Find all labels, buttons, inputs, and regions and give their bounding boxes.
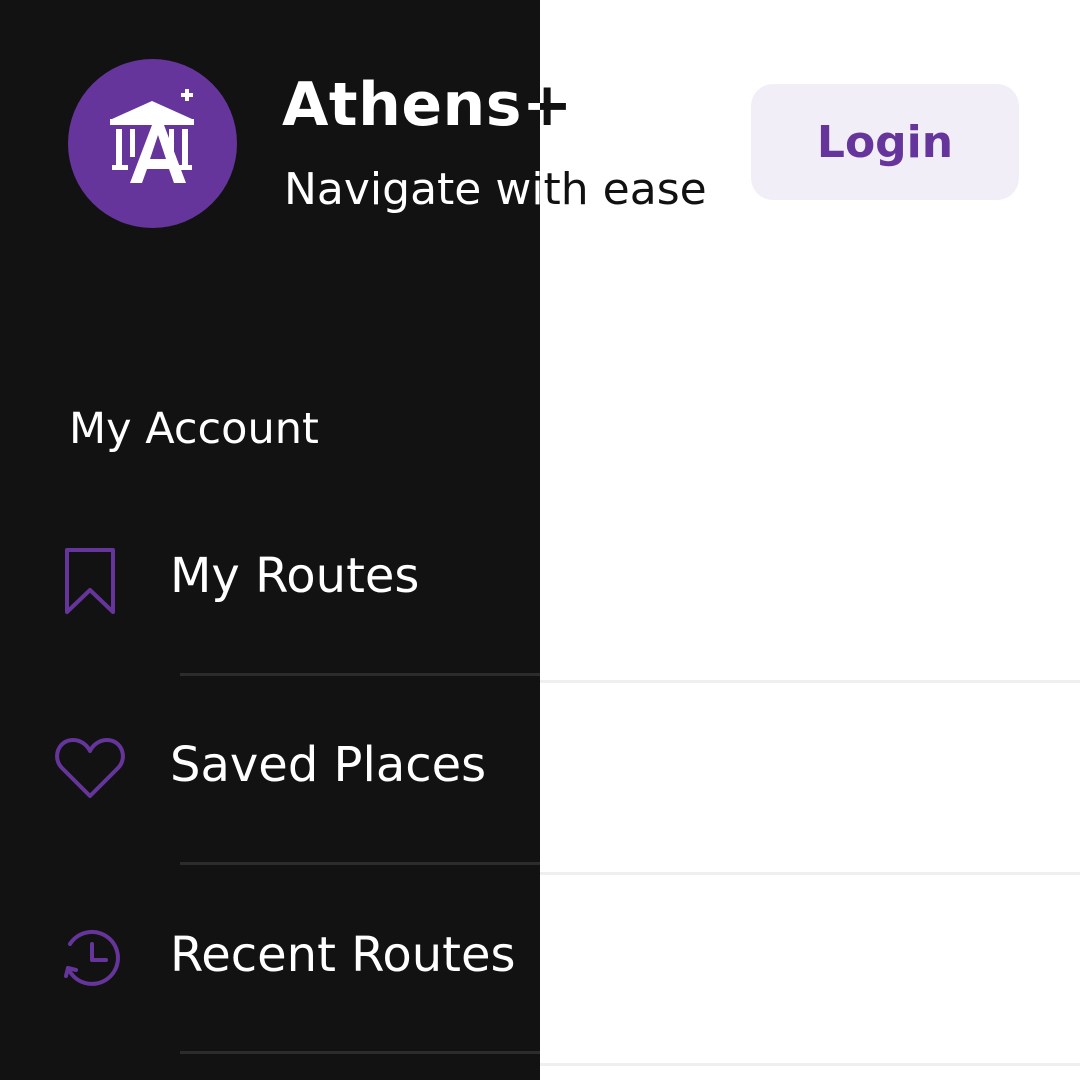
sidebar-item-label: Saved Places (170, 737, 487, 793)
divider (180, 862, 540, 865)
heart-icon (55, 738, 125, 798)
sidebar-item-my-routes[interactable]: My Routes (0, 505, 540, 655)
divider (540, 680, 1080, 683)
section-label-my-account: My Account (69, 404, 319, 454)
divider (180, 673, 540, 676)
history-clock-icon (64, 929, 120, 986)
temple-columns-icon (110, 89, 194, 183)
sidebar-item-saved-places[interactable]: Saved Places (0, 694, 540, 844)
divider (180, 1051, 540, 1054)
app-logo (68, 59, 237, 228)
sidebar-item-label: Recent Routes (170, 927, 516, 983)
login-button[interactable]: Login (751, 84, 1019, 200)
sidebar-item-recent-routes[interactable]: Recent Routes (0, 884, 540, 1034)
bookmark-icon (65, 548, 115, 614)
divider (540, 1063, 1080, 1066)
divider (540, 872, 1080, 875)
sidebar-item-label: My Routes (170, 548, 420, 604)
app-screen: Athens+ Navigate with ease Athens+ Navig… (0, 0, 1080, 1080)
